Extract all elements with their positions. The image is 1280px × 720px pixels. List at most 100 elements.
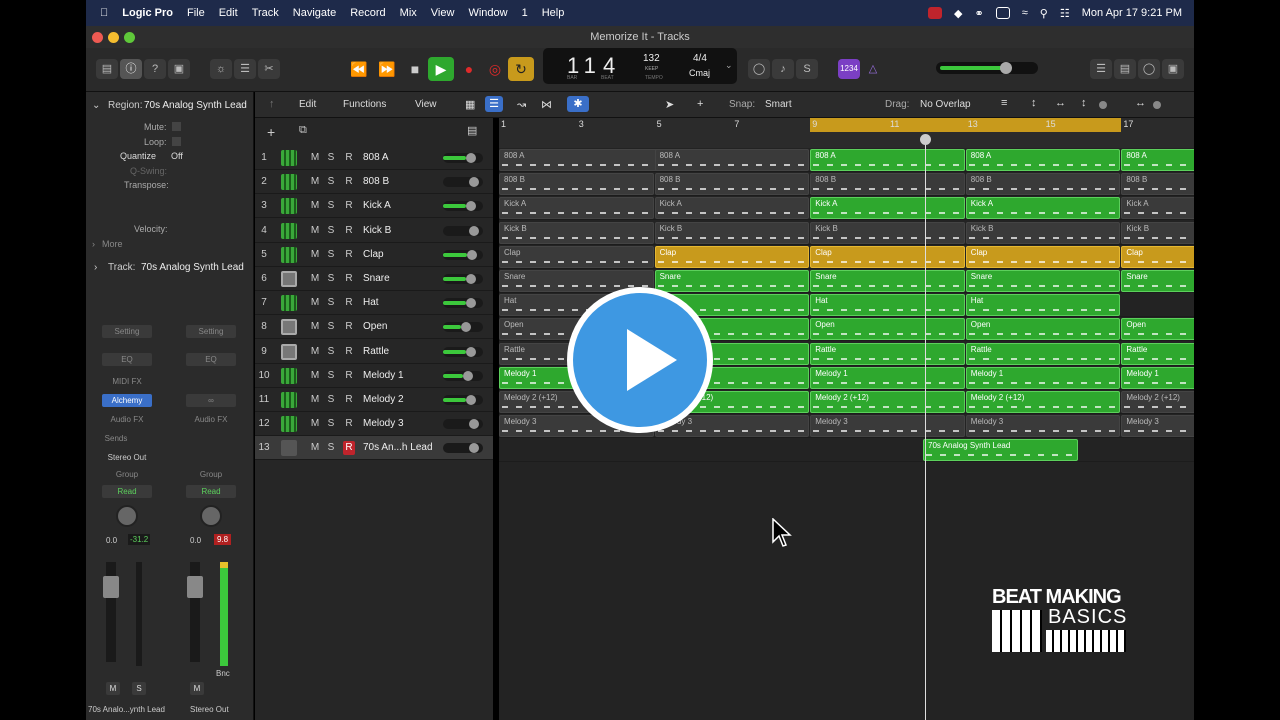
- track-solo-button[interactable]: S: [325, 296, 337, 310]
- menu-edit[interactable]: Edit: [219, 7, 238, 19]
- list-editors-icon[interactable]: ☰: [1090, 59, 1112, 79]
- strip2-eq-button[interactable]: EQ: [186, 353, 236, 366]
- track-mute-button[interactable]: M: [309, 199, 321, 213]
- menu-1[interactable]: 1: [522, 7, 528, 19]
- midi-region[interactable]: Melody 3: [1121, 415, 1194, 438]
- apple-icon[interactable]: : [100, 7, 108, 19]
- more-disclosure-icon[interactable]: ›: [92, 239, 95, 249]
- smart-controls-icon[interactable]: ☼: [210, 59, 232, 79]
- midi-region[interactable]: Melody 2 (+12): [1121, 391, 1194, 413]
- menu-app[interactable]: Logic Pro: [122, 7, 173, 19]
- region-disclosure-icon[interactable]: ⌄: [92, 100, 100, 111]
- master-volume-knob[interactable]: [1000, 62, 1012, 74]
- track-volume-knob[interactable]: [467, 249, 477, 260]
- strip2-volume-fader[interactable]: [187, 562, 203, 662]
- track-solo-button[interactable]: S: [325, 320, 337, 334]
- video-play-button[interactable]: [567, 287, 713, 433]
- track-volume-slider[interactable]: [443, 225, 483, 236]
- midi-region[interactable]: 808 B: [965, 173, 1121, 196]
- track-row[interactable]: 6 M S R Snare: [255, 267, 493, 291]
- strip1-eq-button[interactable]: EQ: [102, 353, 152, 366]
- track-mute-button[interactable]: M: [309, 345, 321, 359]
- track-volume-slider[interactable]: [443, 443, 483, 454]
- track-height-icon[interactable]: ↕: [1081, 97, 1087, 109]
- editors-icon[interactable]: ✂: [258, 59, 280, 79]
- midi-region[interactable]: Clap: [499, 245, 654, 268]
- track-name[interactable]: Kick B: [363, 225, 391, 236]
- track-name[interactable]: Open: [363, 321, 387, 332]
- track-solo-button[interactable]: S: [325, 175, 337, 189]
- track-volume-slider[interactable]: [443, 298, 483, 309]
- track-instrument-icon[interactable]: [281, 440, 297, 457]
- track-record-button[interactable]: R: [343, 199, 355, 213]
- playhead[interactable]: [925, 135, 926, 720]
- menubar-clock[interactable]: Mon Apr 17 9:21 PM: [1082, 7, 1182, 19]
- track-instrument-icon[interactable]: [281, 150, 297, 166]
- track-volume-knob[interactable]: [462, 370, 473, 381]
- track-instrument-icon[interactable]: [281, 319, 297, 336]
- track-row[interactable]: 11 M S R Melody 2: [255, 388, 493, 412]
- track-instrument-icon[interactable]: [281, 367, 297, 384]
- track-instrument-icon[interactable]: [281, 416, 297, 433]
- track-name[interactable]: Melody 1: [363, 370, 404, 381]
- track-mute-button[interactable]: M: [309, 320, 321, 334]
- vertical-zoom-slider[interactable]: [1099, 101, 1107, 109]
- track-row[interactable]: 8 M S R Open: [255, 315, 493, 340]
- snap-select[interactable]: Smart: [765, 99, 792, 110]
- track-instrument-icon[interactable]: [281, 246, 297, 263]
- strip2-group-slot[interactable]: Group: [186, 468, 236, 481]
- stop-icon[interactable]: ■: [402, 57, 428, 81]
- track-lane[interactable]: 808 A 808 A 808 A 808 A 808 A: [499, 148, 1194, 172]
- midi-region[interactable]: Clap: [965, 245, 1121, 268]
- midi-region[interactable]: Hat: [810, 294, 965, 317]
- control-center-icon[interactable]: ☷: [1060, 7, 1070, 20]
- track-row[interactable]: 3 M S R Kick A: [255, 194, 493, 219]
- track-volume-slider[interactable]: [443, 274, 483, 284]
- midi-region[interactable]: Open: [810, 318, 965, 341]
- midi-region[interactable]: Melody 2 (+12): [810, 391, 965, 413]
- track-instrument-icon[interactable]: [281, 222, 297, 239]
- track-volume-knob[interactable]: [465, 346, 476, 357]
- midi-region[interactable]: Melody 2 (+12): [965, 391, 1121, 413]
- track-volume-knob[interactable]: [465, 298, 476, 309]
- rewind-icon[interactable]: ⏪: [346, 57, 372, 81]
- track-volume-knob[interactable]: [469, 225, 479, 236]
- add-track-icon[interactable]: +: [267, 124, 275, 140]
- strip1-automation-mode[interactable]: Read: [102, 485, 152, 498]
- track-record-button[interactable]: R: [343, 151, 355, 165]
- menu-track[interactable]: Track: [252, 7, 279, 19]
- track-lane[interactable]: Clap Clap Clap Clap Clap: [499, 245, 1194, 269]
- menu-mix[interactable]: Mix: [400, 7, 417, 19]
- midi-region[interactable]: 808 A: [965, 149, 1121, 171]
- strip1-solo-button[interactable]: S: [132, 682, 146, 695]
- midi-region[interactable]: Open: [965, 318, 1121, 341]
- track-solo-button[interactable]: S: [325, 272, 337, 286]
- strip1-output-slot[interactable]: Stereo Out: [102, 451, 152, 464]
- track-record-button[interactable]: R: [343, 224, 355, 238]
- track-row[interactable]: 7 M S R Hat: [255, 291, 493, 316]
- strip1-sends-label[interactable]: Sends: [96, 432, 136, 445]
- track-volume-slider[interactable]: [443, 346, 483, 357]
- pointer-tool-icon[interactable]: ➤: [665, 98, 674, 111]
- spotlight-icon[interactable]: ⚲: [1040, 7, 1048, 20]
- record-icon[interactable]: ●: [456, 57, 482, 81]
- playhead-handle[interactable]: [920, 134, 931, 145]
- quantize-value[interactable]: Off: [171, 151, 183, 161]
- strip2-bounce-button[interactable]: Bnc: [216, 669, 230, 678]
- midi-region[interactable]: Open: [1121, 318, 1194, 341]
- strip2-audiofx-label[interactable]: Audio FX: [186, 413, 236, 426]
- battery-icon[interactable]: [995, 7, 1010, 19]
- midi-region[interactable]: Kick B: [1121, 221, 1194, 244]
- track-volume-knob[interactable]: [465, 274, 476, 284]
- strip1-mute-button[interactable]: M: [106, 682, 120, 695]
- midi-region[interactable]: Snare: [654, 270, 810, 292]
- strip2-mute-button[interactable]: M: [190, 682, 204, 695]
- track-volume-knob[interactable]: [469, 443, 479, 454]
- track-mute-button[interactable]: M: [309, 417, 321, 431]
- automation-icon[interactable]: ↝: [517, 98, 526, 111]
- track-volume-knob[interactable]: [461, 322, 471, 333]
- fast-forward-icon[interactable]: ⏩: [374, 57, 400, 81]
- track-record-button[interactable]: R: [343, 248, 355, 262]
- functions-menu[interactable]: Functions: [343, 99, 386, 110]
- track-mute-button[interactable]: M: [309, 151, 321, 165]
